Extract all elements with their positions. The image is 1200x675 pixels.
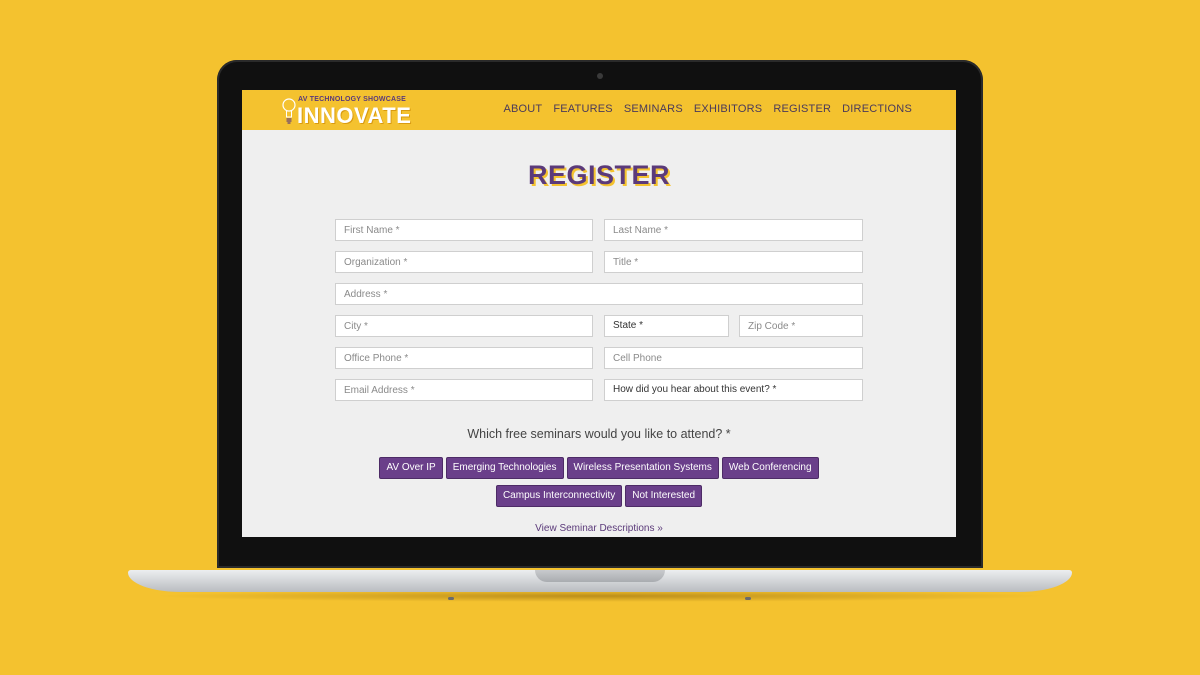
hear-about-select[interactable]: How did you hear about this event? * [604, 379, 863, 401]
camera-icon [597, 73, 603, 79]
page-title: REGISTER [527, 160, 671, 190]
seminar-option-not-interested[interactable]: Not Interested [625, 485, 703, 507]
site-logo[interactable]: AV TECHNOLOGY SHOWCASE INNOVATE [282, 95, 411, 128]
office-phone-field[interactable] [335, 347, 593, 369]
laptop-foot [448, 597, 454, 600]
address-field[interactable] [335, 283, 863, 305]
logo-wordmark: INNOVATE [297, 103, 412, 128]
first-name-field[interactable] [335, 219, 593, 241]
seminar-option-emerging-technologies[interactable]: Emerging Technologies [445, 457, 564, 479]
nav-directions[interactable]: DIRECTIONS [842, 103, 912, 115]
laptop-screen: AV TECHNOLOGY SHOWCASE INNOVATE ABOUT FE… [242, 90, 956, 537]
nav-register[interactable]: REGISTER [773, 103, 831, 115]
main-nav: ABOUT FEATURES SEMINARS EXHIBITORS REGIS… [503, 103, 912, 115]
state-select[interactable]: State * [604, 315, 729, 337]
nav-exhibitors[interactable]: EXHIBITORS [694, 103, 762, 115]
zip-code-field[interactable] [739, 315, 863, 337]
seminar-option-web-conferencing[interactable]: Web Conferencing [721, 457, 819, 479]
seminar-option-wireless-presentation[interactable]: Wireless Presentation Systems [566, 457, 719, 479]
nav-seminars[interactable]: SEMINARS [624, 103, 683, 115]
last-name-field[interactable] [604, 219, 863, 241]
email-field[interactable] [335, 379, 593, 401]
title-field[interactable] [604, 251, 863, 273]
view-seminar-descriptions-link[interactable]: View Seminar Descriptions » [242, 523, 956, 534]
seminar-options-row: AV Over IP Emerging Technologies Wireles… [242, 457, 956, 479]
seminar-option-av-over-ip[interactable]: AV Over IP [379, 457, 443, 479]
site-header: AV TECHNOLOGY SHOWCASE INNOVATE ABOUT FE… [242, 90, 956, 130]
nav-about[interactable]: ABOUT [503, 103, 542, 115]
city-field[interactable] [335, 315, 593, 337]
seminar-question: Which free seminars would you like to at… [467, 427, 731, 441]
laptop-notch [535, 570, 665, 582]
organization-field[interactable] [335, 251, 593, 273]
seminar-options-row: Campus Interconnectivity Not Interested [242, 485, 956, 507]
seminar-option-campus-interconnectivity[interactable]: Campus Interconnectivity [495, 485, 623, 507]
nav-features[interactable]: FEATURES [553, 103, 612, 115]
laptop-foot [745, 597, 751, 600]
lightbulb-icon [282, 98, 296, 124]
logo-tagline: AV TECHNOLOGY SHOWCASE [298, 96, 406, 103]
cell-phone-field[interactable] [604, 347, 863, 369]
